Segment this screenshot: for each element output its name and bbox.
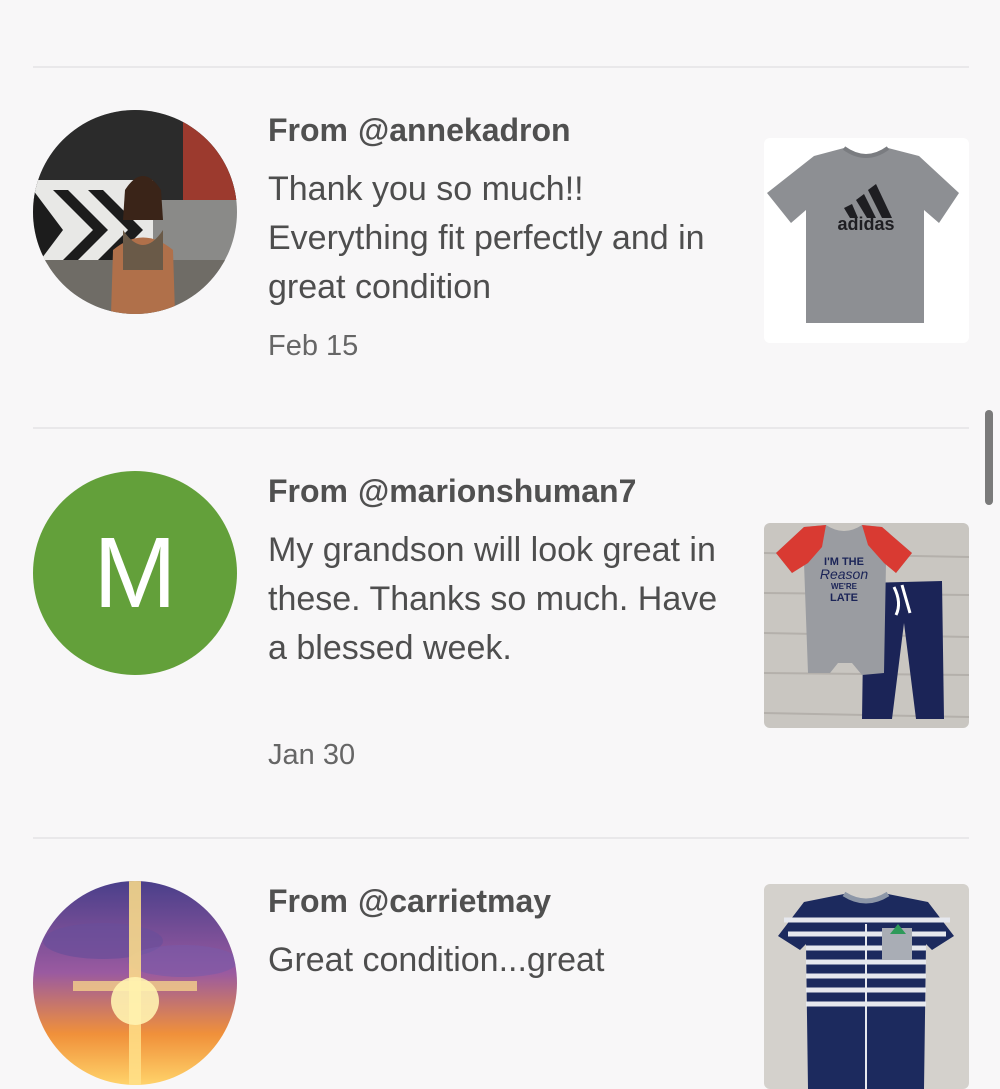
username-link[interactable]: @marionshuman7 (358, 473, 636, 509)
avatar[interactable] (33, 881, 237, 1085)
item-thumbnail[interactable]: adidas (764, 138, 969, 343)
username-link[interactable]: @annekadron (358, 112, 571, 148)
print-line: WE'RE (831, 582, 858, 591)
romper-image (764, 884, 969, 1089)
avatar-initial: M (33, 471, 237, 675)
divider (33, 837, 969, 839)
review-message: Great condition...great (268, 941, 605, 979)
from-label: From (268, 883, 348, 919)
review-date: Feb 15 (268, 330, 359, 362)
divider (33, 66, 969, 68)
review-author[interactable]: From @annekadron (268, 112, 571, 149)
avatar-photo (33, 881, 237, 1085)
from-label: From (268, 473, 348, 509)
review-author[interactable]: From @marionshuman7 (268, 473, 636, 510)
brand-text: adidas (837, 214, 894, 234)
review-message: Thank you so much!! Everything fit perfe… (268, 170, 705, 306)
print-line: LATE (830, 592, 858, 604)
item-thumbnail[interactable] (764, 884, 969, 1089)
review-author[interactable]: From @carrietmay (268, 883, 551, 920)
tshirt-image: adidas (764, 138, 969, 343)
print-line: Reason (820, 566, 868, 582)
item-thumbnail[interactable]: I'M THE Reason WE'RE LATE (764, 523, 969, 728)
review-message: My grandson will look great in these. Th… (268, 531, 718, 667)
avatar[interactable] (33, 110, 237, 314)
scrollbar[interactable] (985, 410, 993, 505)
username-link[interactable]: @carrietmay (358, 883, 551, 919)
avatar-photo (33, 110, 237, 314)
avatar[interactable]: M (33, 471, 237, 675)
from-label: From (268, 112, 348, 148)
onesie-image: I'M THE Reason WE'RE LATE (764, 523, 969, 728)
divider (33, 427, 969, 429)
review-date: Jan 30 (268, 739, 356, 771)
